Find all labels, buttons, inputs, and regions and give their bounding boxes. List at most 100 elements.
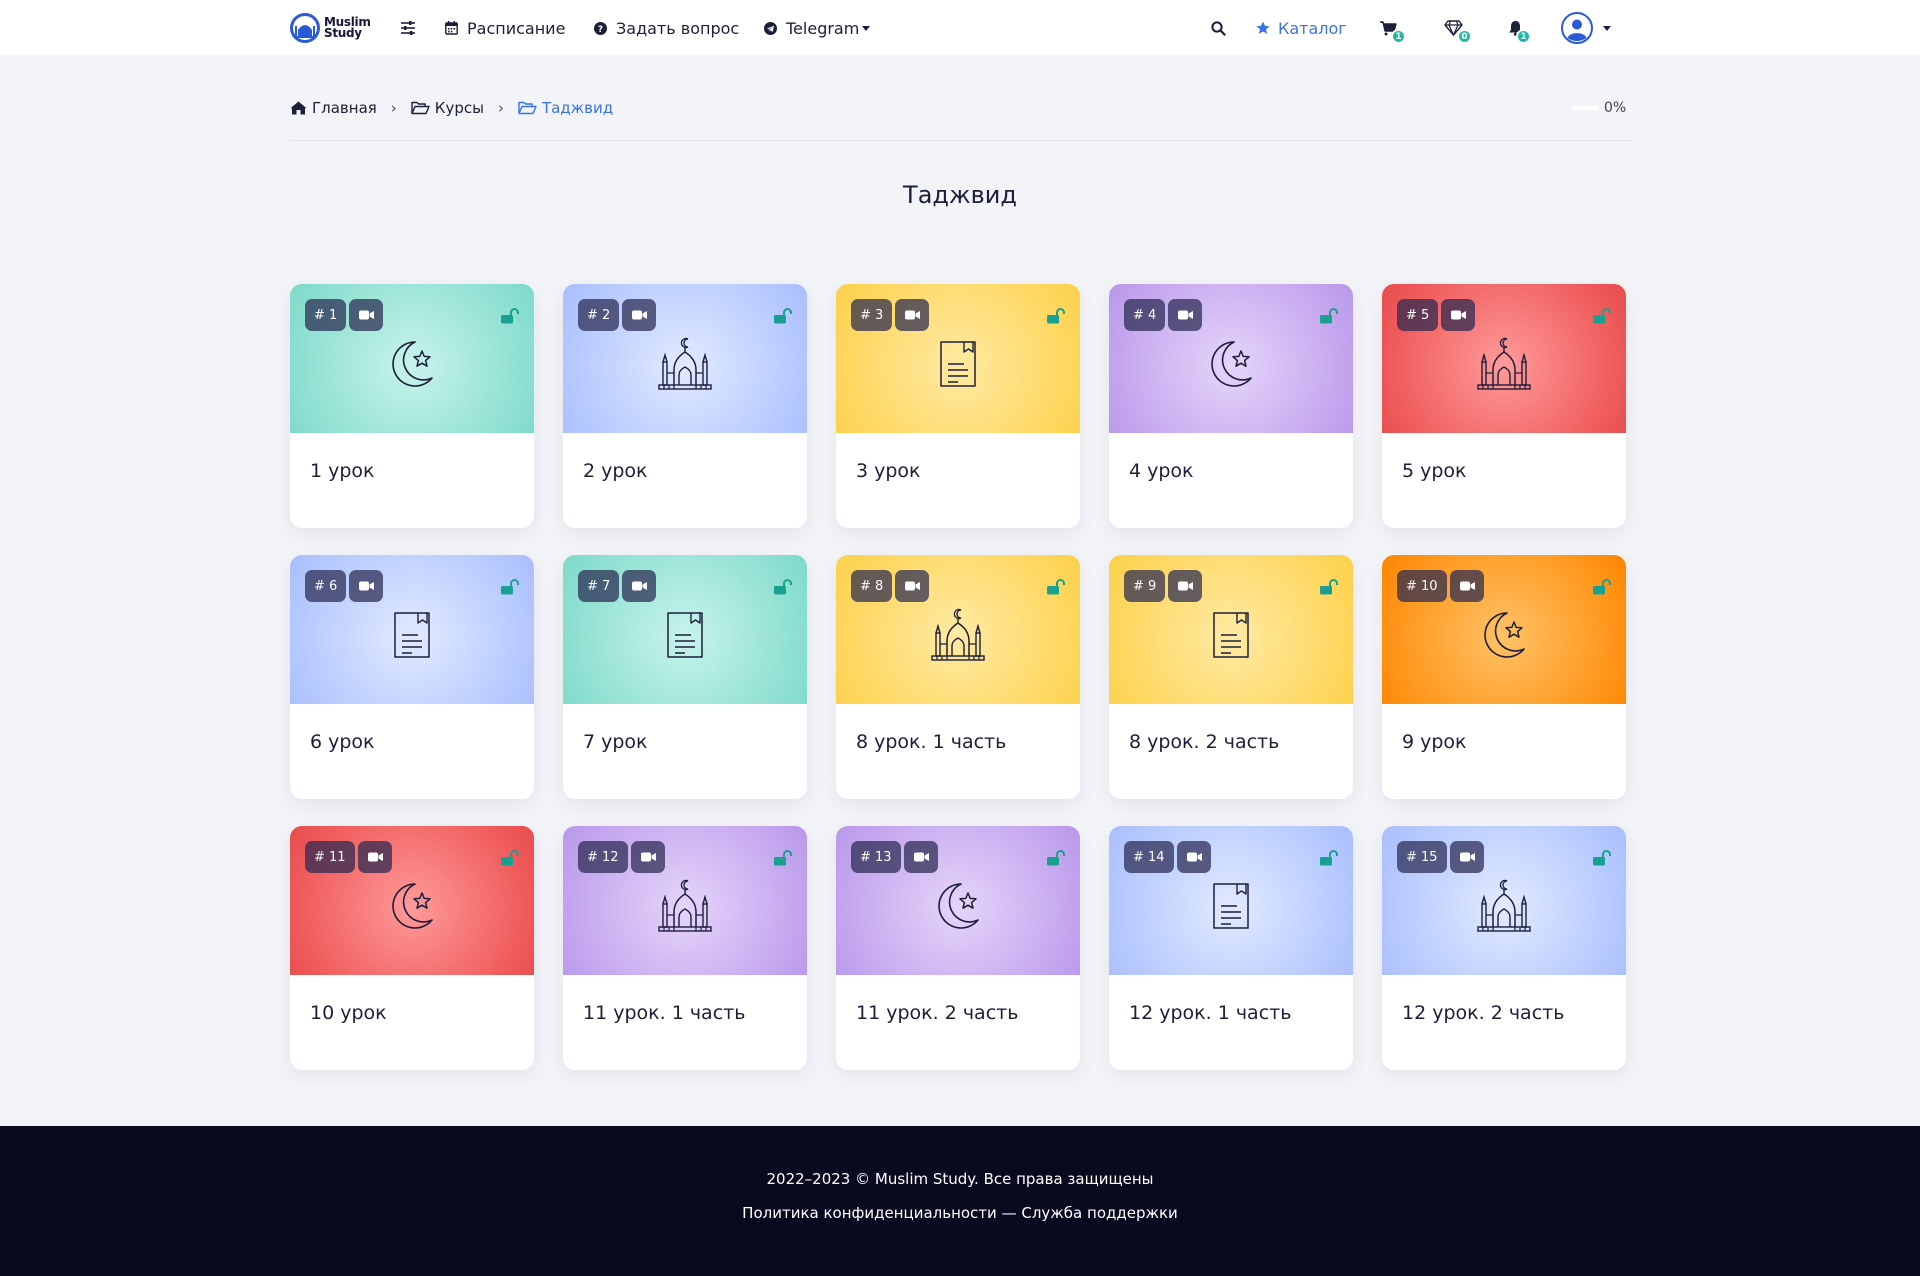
lesson-number-badge: # 12 bbox=[578, 841, 628, 873]
video-badge bbox=[349, 299, 383, 331]
mosque-icon bbox=[928, 605, 988, 665]
breadcrumb-home[interactable]: Главная bbox=[290, 99, 377, 117]
lesson-card[interactable]: # 8 8 урок. 1 часть bbox=[836, 555, 1080, 799]
search-icon bbox=[1211, 20, 1226, 36]
lesson-title: 11 урок. 1 часть bbox=[583, 1002, 746, 1024]
video-camera-icon bbox=[367, 852, 383, 862]
document-icon bbox=[1201, 605, 1261, 665]
lesson-card[interactable]: # 1 1 урок bbox=[290, 284, 534, 528]
nav-schedule[interactable]: Расписание bbox=[445, 16, 565, 40]
avatar-icon bbox=[1561, 12, 1593, 44]
unlock-icon bbox=[1319, 308, 1339, 324]
lesson-title: 3 урок bbox=[856, 460, 921, 482]
lesson-title: 12 урок. 2 часть bbox=[1402, 1002, 1565, 1024]
logo-text: Muslim Study bbox=[324, 16, 371, 39]
lesson-number-badge: # 13 bbox=[851, 841, 901, 873]
notifications-button[interactable]: 1 bbox=[1508, 13, 1538, 44]
gems-badge: 0 bbox=[1457, 29, 1472, 44]
folder-open-icon bbox=[518, 101, 537, 115]
unlock-icon bbox=[773, 308, 793, 324]
video-badge bbox=[1168, 570, 1202, 602]
video-camera-icon bbox=[913, 852, 929, 862]
document-icon bbox=[655, 605, 715, 665]
lesson-card[interactable]: # 12 11 урок. 1 часть bbox=[563, 826, 807, 1070]
lesson-card[interactable]: # 9 8 урок. 2 часть bbox=[1109, 555, 1353, 799]
logo[interactable]: Muslim Study bbox=[289, 12, 379, 44]
video-badge bbox=[895, 299, 929, 331]
lesson-title: 12 урок. 1 часть bbox=[1129, 1002, 1292, 1024]
video-camera-icon bbox=[904, 310, 920, 320]
lesson-number-badge: # 11 bbox=[305, 841, 355, 873]
lesson-title: 8 урок. 2 часть bbox=[1129, 731, 1280, 753]
lesson-number-badge: # 9 bbox=[1124, 570, 1166, 602]
lesson-number-badge: # 3 bbox=[851, 299, 893, 331]
logo-mosque-icon bbox=[290, 13, 320, 43]
caret-down-icon bbox=[1603, 25, 1611, 31]
lesson-cover: # 2 bbox=[563, 284, 807, 433]
divider bbox=[290, 140, 1630, 141]
sliders-icon bbox=[401, 21, 415, 35]
lesson-cover: # 1 bbox=[290, 284, 534, 433]
footer-links-separator: — bbox=[996, 1204, 1022, 1222]
lesson-cover: # 5 bbox=[1382, 284, 1626, 433]
lesson-card[interactable]: # 14 12 урок. 1 часть bbox=[1109, 826, 1353, 1070]
breadcrumb-home-label: Главная bbox=[312, 99, 377, 117]
lesson-cover: # 3 bbox=[836, 284, 1080, 433]
video-badge bbox=[895, 570, 929, 602]
footer: 2022–2023 © Muslim Study. Все права защи… bbox=[0, 1126, 1920, 1276]
lesson-card[interactable]: # 5 5 урок bbox=[1382, 284, 1626, 528]
support-link[interactable]: Служба поддержки bbox=[1021, 1204, 1177, 1222]
lesson-card[interactable]: # 6 6 урок bbox=[290, 555, 534, 799]
catalog-link[interactable]: Каталог bbox=[1256, 13, 1347, 43]
video-badge bbox=[622, 570, 656, 602]
cart-button[interactable]: 1 bbox=[1380, 13, 1410, 44]
nav-telegram-dropdown[interactable]: Telegram bbox=[764, 16, 871, 40]
video-camera-icon bbox=[904, 581, 920, 591]
video-camera-icon bbox=[358, 581, 374, 591]
lesson-card[interactable]: # 7 7 урок bbox=[563, 555, 807, 799]
lesson-number-badge: # 4 bbox=[1124, 299, 1166, 331]
lesson-cover: # 9 bbox=[1109, 555, 1353, 704]
lesson-card[interactable]: # 15 12 урок. 2 часть bbox=[1382, 826, 1626, 1070]
crescent-star-icon bbox=[1474, 605, 1534, 665]
lesson-title: 8 урок. 1 часть bbox=[856, 731, 1007, 753]
privacy-policy-link[interactable]: Политика конфиденциальности bbox=[742, 1204, 997, 1222]
lesson-card[interactable]: # 13 11 урок. 2 часть bbox=[836, 826, 1080, 1070]
breadcrumb-current[interactable]: Таджвид bbox=[518, 99, 613, 117]
lesson-card[interactable]: # 11 10 урок bbox=[290, 826, 534, 1070]
lesson-number-badge: # 5 bbox=[1397, 299, 1439, 331]
lesson-number-badge: # 15 bbox=[1397, 841, 1447, 873]
lesson-card[interactable]: # 4 4 урок bbox=[1109, 284, 1353, 528]
lesson-title: 4 урок bbox=[1129, 460, 1194, 482]
svg-text:?: ? bbox=[598, 25, 603, 35]
nav-ask-question[interactable]: ? Задать вопрос bbox=[594, 16, 739, 40]
footer-copyright: 2022–2023 © Muslim Study. Все права защи… bbox=[766, 1170, 1154, 1188]
video-camera-icon bbox=[1186, 852, 1202, 862]
user-menu[interactable] bbox=[1561, 12, 1611, 44]
telegram-icon bbox=[764, 21, 777, 35]
lesson-number-badge: # 14 bbox=[1124, 841, 1174, 873]
unlock-icon bbox=[500, 579, 520, 595]
video-camera-icon bbox=[631, 310, 647, 320]
unlock-icon bbox=[1046, 579, 1066, 595]
breadcrumb: Главная › Курсы › Таджвид bbox=[290, 97, 613, 119]
lesson-card[interactable]: # 10 9 урок bbox=[1382, 555, 1626, 799]
lesson-card[interactable]: # 3 3 урок bbox=[836, 284, 1080, 528]
progress-label: 0% bbox=[1604, 100, 1627, 116]
video-badge bbox=[1450, 570, 1484, 602]
lesson-card[interactable]: # 2 2 урок bbox=[563, 284, 807, 528]
gems-button[interactable]: 0 bbox=[1444, 13, 1474, 44]
unlock-icon bbox=[773, 579, 793, 595]
lesson-number-badge: # 10 bbox=[1397, 570, 1447, 602]
search-button[interactable] bbox=[1211, 13, 1226, 43]
breadcrumb-courses[interactable]: Курсы bbox=[411, 99, 484, 117]
filters-button[interactable] bbox=[400, 16, 425, 40]
lesson-cover: # 13 bbox=[836, 826, 1080, 975]
lesson-title: 1 урок bbox=[310, 460, 375, 482]
video-camera-icon bbox=[640, 852, 656, 862]
question-circle-icon: ? bbox=[594, 21, 607, 35]
lesson-cover: # 12 bbox=[563, 826, 807, 975]
breadcrumb-current-label: Таджвид bbox=[541, 99, 614, 117]
lesson-cover: # 4 bbox=[1109, 284, 1353, 433]
unlock-icon bbox=[1319, 579, 1339, 595]
